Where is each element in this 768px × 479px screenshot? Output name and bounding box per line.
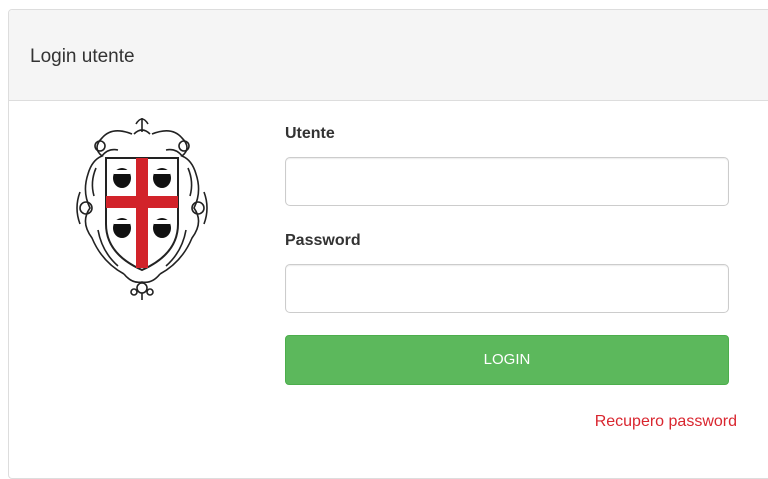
panel-title: Login utente xyxy=(30,46,135,67)
user-input[interactable] xyxy=(285,157,729,206)
login-form: Utente Password LOGIN xyxy=(285,115,730,385)
password-label: Password xyxy=(285,232,361,249)
panel-header: Login utente xyxy=(9,10,768,101)
login-button[interactable]: LOGIN xyxy=(285,335,729,385)
user-label: Utente xyxy=(285,125,335,142)
sardinia-coat-of-arms-icon xyxy=(62,112,222,302)
password-input[interactable] xyxy=(285,264,729,313)
recover-password-link[interactable]: Recupero password xyxy=(595,410,737,434)
